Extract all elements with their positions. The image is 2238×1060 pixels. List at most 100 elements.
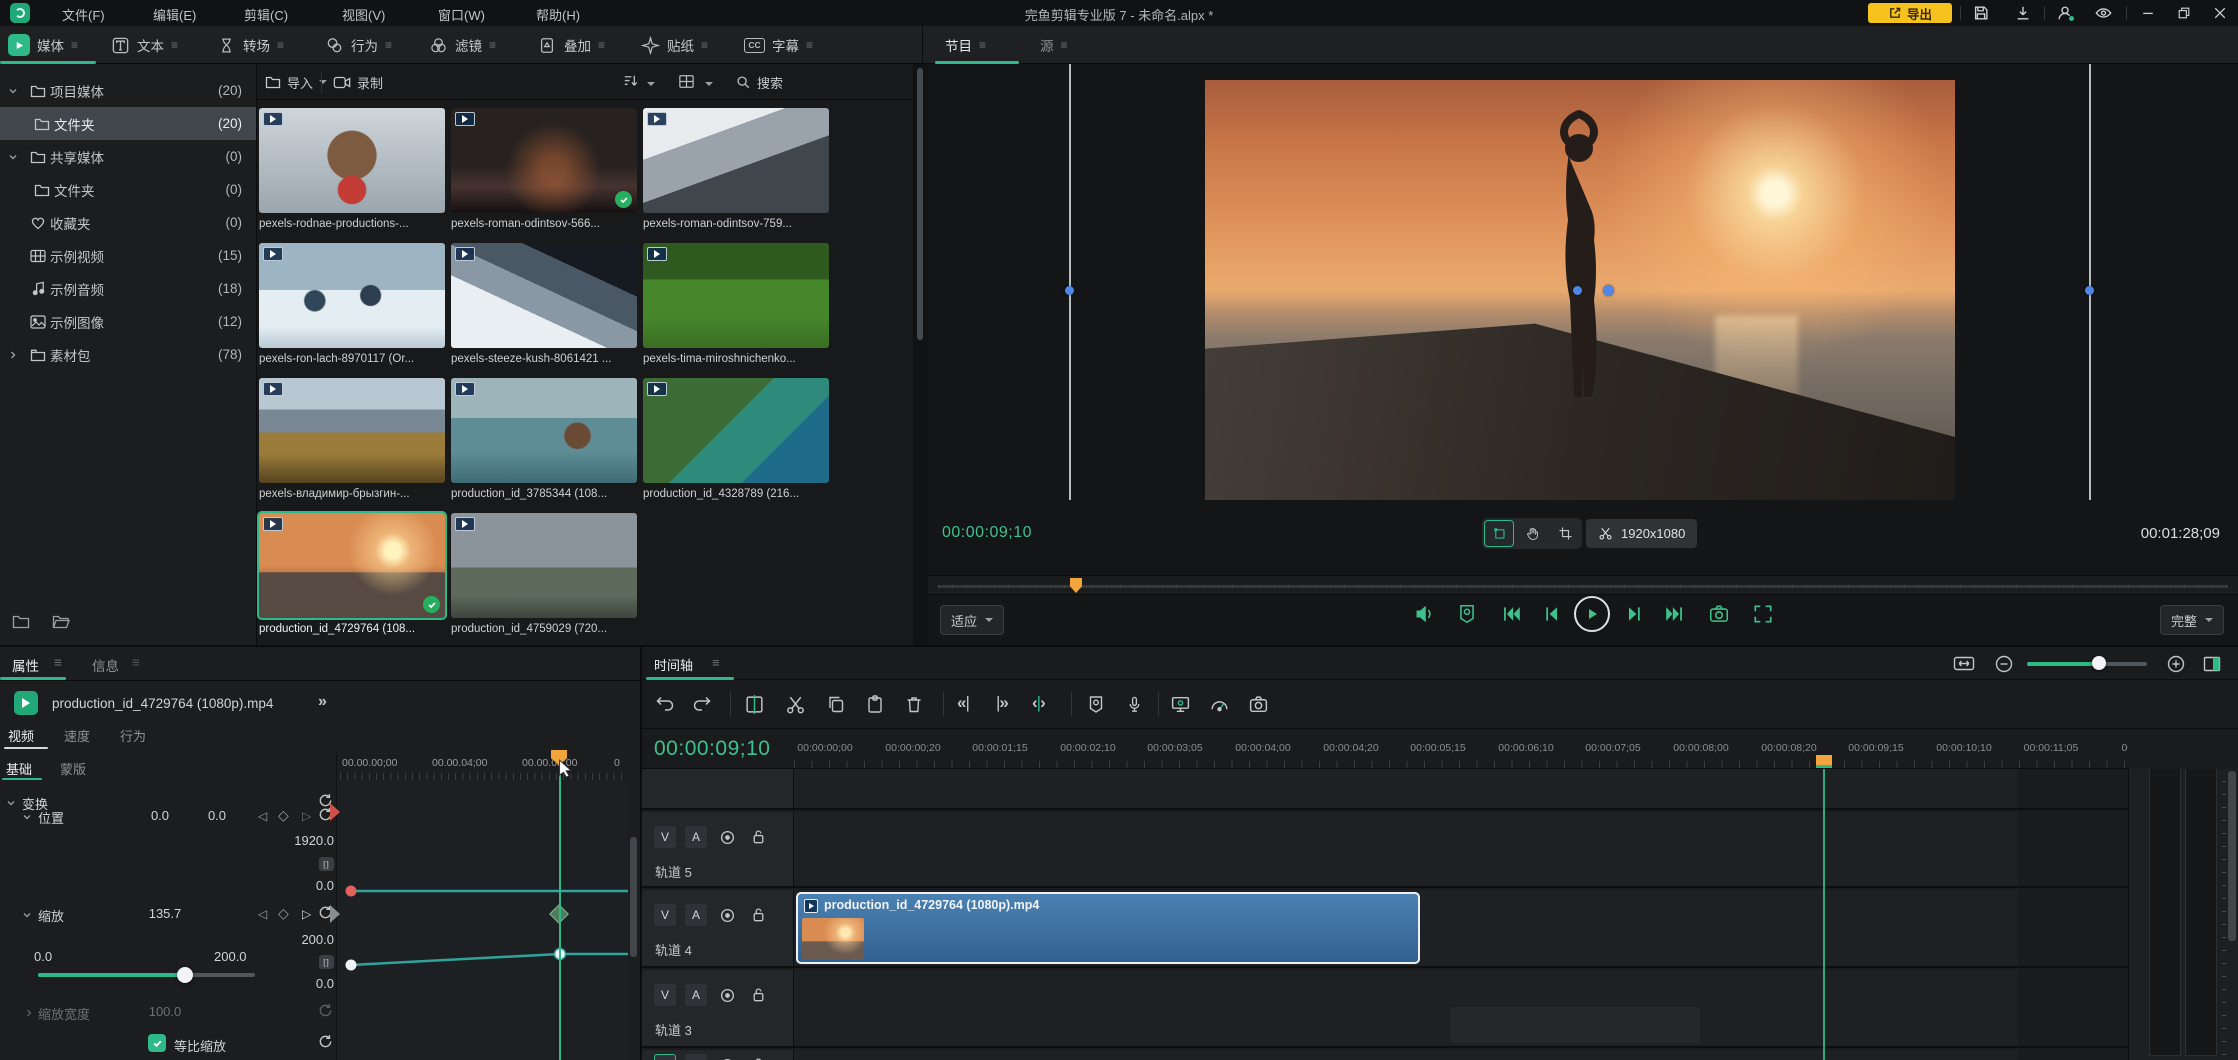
- zoom-in-icon[interactable]: [2166, 654, 2186, 674]
- trim-between-icon[interactable]: ‹|›: [1032, 693, 1045, 713]
- next-frame-icon[interactable]: [1624, 603, 1646, 625]
- sidebar-item-folder-2[interactable]: 文件夹 (0): [0, 173, 256, 206]
- playback-quality-dropdown[interactable]: 完整: [2160, 605, 2224, 635]
- chevron-right-icon[interactable]: [24, 1008, 34, 1018]
- chevron-down-icon[interactable]: [0, 86, 26, 96]
- chevron-down-icon[interactable]: [22, 910, 32, 920]
- redo-icon[interactable]: [691, 694, 712, 714]
- track-lock-icon[interactable]: [749, 985, 768, 1004]
- import-button[interactable]: 导入: [265, 64, 327, 100]
- split-icon[interactable]: [744, 694, 765, 715]
- interpolation-icon[interactable]: []: [319, 857, 334, 871]
- go-to-start-icon[interactable]: [1500, 603, 1522, 625]
- timeline-zoom-knob[interactable]: [2092, 656, 2106, 670]
- tab-menu-icon[interactable]: ≡: [701, 38, 709, 52]
- speed-gauge-icon[interactable]: [1209, 694, 1230, 715]
- tab-text[interactable]: 文本≡: [110, 26, 179, 64]
- kf-playhead-line[interactable]: [559, 753, 561, 1060]
- keyframe-curves[interactable]: [336, 782, 628, 1060]
- sidebar-item-sample-video[interactable]: 示例视频 (15): [0, 239, 256, 272]
- tab-source-monitor[interactable]: 源≡: [1040, 26, 1069, 64]
- timeline-playhead-marker[interactable]: [1816, 755, 1832, 768]
- media-item[interactable]: pexels-rodnae-productions-...: [259, 108, 445, 230]
- sidebar-item-asset-packs[interactable]: 素材包 (78): [0, 338, 256, 371]
- export-button[interactable]: 导出: [1868, 3, 1952, 23]
- sort-icon[interactable]: [621, 72, 640, 91]
- section-basic[interactable]: 基础: [6, 759, 32, 778]
- microphone-icon[interactable]: [1125, 694, 1144, 715]
- tab-transitions[interactable]: 转场≡: [216, 26, 285, 64]
- snapshot-box-icon[interactable]: [1248, 694, 1269, 715]
- media-item[interactable]: production_id_4328789 (216...: [643, 378, 829, 500]
- tab-program-monitor[interactable]: 节目≡: [945, 26, 987, 64]
- marker-icon[interactable]: [1456, 603, 1478, 625]
- tab-menu-icon[interactable]: ≡: [1061, 38, 1069, 52]
- sidebar-item-shared-media[interactable]: 共享媒体 (0): [0, 140, 256, 173]
- next-keyframe-icon[interactable]: ▷: [302, 809, 311, 823]
- track-video-toggle[interactable]: V: [654, 1054, 676, 1060]
- restore-icon[interactable]: [2176, 4, 2192, 22]
- crop-tool-button[interactable]: [1550, 520, 1580, 547]
- tab-info[interactable]: 信息: [92, 655, 119, 675]
- zoom-out-icon[interactable]: [1994, 654, 2014, 674]
- download-icon[interactable]: [2014, 4, 2032, 22]
- tab-menu-icon[interactable]: ≡: [598, 38, 606, 52]
- track-row-3[interactable]: V A 轨道 3: [642, 970, 2128, 1048]
- left-guide-line[interactable]: [1069, 64, 1071, 500]
- track-lane[interactable]: [794, 812, 2018, 886]
- keyframe-edge-marker[interactable]: [330, 803, 340, 821]
- tab-menu-icon[interactable]: ≡: [979, 38, 987, 52]
- track-lane[interactable]: [794, 970, 2018, 1046]
- timeline-scrollbar[interactable]: [2228, 771, 2236, 941]
- sidebar-item-sample-audio[interactable]: 示例音频 (18): [0, 272, 256, 305]
- sidebar-item-favorites[interactable]: 收藏夹 (0): [0, 206, 256, 239]
- resolution-chip[interactable]: 1920x1080: [1586, 519, 1697, 548]
- tab-menu-icon[interactable]: ≡: [806, 38, 814, 52]
- media-item[interactable]: pexels-roman-odintsov-759...: [643, 108, 829, 230]
- chevron-down-icon[interactable]: [647, 82, 655, 90]
- menu-window[interactable]: 窗口(W): [438, 5, 485, 24]
- hand-tool-button[interactable]: [1517, 520, 1547, 547]
- media-item[interactable]: pexels-roman-odintsov-566...: [451, 108, 637, 230]
- add-keyframe-icon[interactable]: ◇: [278, 807, 289, 824]
- fullscreen-icon[interactable]: [1752, 603, 1774, 625]
- chevron-down-icon[interactable]: [6, 798, 16, 808]
- subtab-speed[interactable]: 速度: [64, 726, 90, 745]
- tab-media[interactable]: 媒体≡: [8, 26, 79, 64]
- interpolation-icon[interactable]: []: [319, 955, 334, 969]
- fit-timeline-icon[interactable]: [1953, 654, 1975, 673]
- new-folder-icon[interactable]: [12, 614, 30, 630]
- track-audio-toggle[interactable]: A: [685, 904, 707, 926]
- timeline-ruler[interactable]: 00:00:09;10 00:00:00;00 00:00:00;20 00:0…: [642, 729, 2128, 769]
- track-lock-icon[interactable]: [749, 827, 768, 846]
- menu-clip[interactable]: 剪辑(C): [244, 5, 288, 24]
- chevron-down-icon[interactable]: [22, 812, 32, 822]
- track-row-5[interactable]: V A 轨道 5: [642, 812, 2128, 888]
- track-visibility-icon[interactable]: [718, 906, 737, 925]
- tab-timeline[interactable]: 时间轴: [654, 655, 693, 674]
- uniform-scale-checkbox[interactable]: [148, 1034, 166, 1052]
- transform-handle[interactable]: [1573, 286, 1582, 295]
- kf-scrollbar[interactable]: [630, 837, 637, 957]
- tab-menu-icon[interactable]: ≡: [712, 655, 721, 670]
- scale-slider-knob[interactable]: [177, 967, 193, 983]
- ripple-next-icon[interactable]: |»: [996, 693, 1008, 713]
- tab-menu-icon[interactable]: ≡: [71, 38, 79, 52]
- track-video-toggle[interactable]: V: [654, 826, 676, 848]
- sidebar-item-project-media[interactable]: 项目媒体 (20): [0, 74, 256, 107]
- chevron-down-icon[interactable]: [0, 152, 26, 162]
- monitor-scrub-bar[interactable]: [928, 575, 2238, 595]
- account-icon[interactable]: [2056, 4, 2074, 22]
- tab-properties[interactable]: 属性: [12, 655, 39, 675]
- media-item[interactable]: pexels-tima-miroshnichenko...: [643, 243, 829, 365]
- keyframe-edge-marker[interactable]: [330, 905, 340, 923]
- tab-filters[interactable]: 滤镜≡: [428, 26, 497, 64]
- transform-anchor-handle[interactable]: [1603, 285, 1614, 296]
- ripple-previous-icon[interactable]: «|: [957, 693, 969, 713]
- transform-handle[interactable]: [1065, 286, 1074, 295]
- scrub-playhead[interactable]: [1070, 578, 1082, 593]
- track-visibility-icon[interactable]: [718, 1056, 737, 1060]
- menu-view[interactable]: 视图(V): [342, 5, 385, 24]
- tab-menu-icon[interactable]: ≡: [277, 38, 285, 52]
- paste-icon[interactable]: [865, 694, 885, 715]
